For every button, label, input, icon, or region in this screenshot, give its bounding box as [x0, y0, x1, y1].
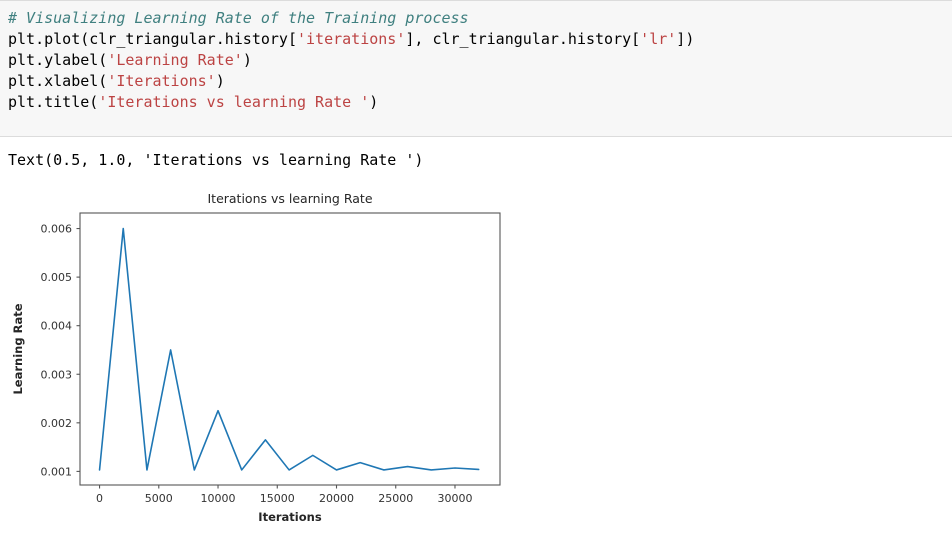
notebook-code-cell[interactable]: # Visualizing Learning Rate of the Train…	[0, 0, 952, 137]
cell-output-text: Text(0.5, 1.0, 'Iterations vs learning R…	[8, 151, 424, 169]
code-token-plain: ], clr_triangular.history[	[405, 30, 641, 48]
code-token-string: 'Learning Rate'	[107, 51, 243, 69]
code-token-plain: plt.plot(clr_triangular.history[	[8, 30, 297, 48]
chart-canvas: Iterations vs learning Rate 0 5000 10000 150…	[11, 191, 501, 524]
x-tick-label: 10000	[201, 492, 236, 505]
x-tick-label: 15000	[260, 492, 295, 505]
code-line: plt.title('Iterations vs learning Rate '…	[8, 92, 952, 113]
code-line: plt.xlabel('Iterations')	[8, 71, 952, 92]
y-tick-label: 0.004	[41, 320, 73, 333]
x-tick-label: 0	[96, 492, 103, 505]
x-tick-label: 30000	[437, 492, 472, 505]
code-token-plain: )	[242, 51, 252, 69]
code-token-plain: plt.xlabel(	[8, 72, 108, 90]
y-tick-label: 0.005	[41, 271, 73, 284]
code-line: plt.ylabel('Learning Rate')	[8, 50, 952, 71]
x-tick-label: 20000	[319, 492, 354, 505]
code-token-comment: # Visualizing Learning Rate of the Train…	[8, 9, 469, 27]
y-tick-label: 0.001	[41, 465, 73, 478]
y-tick-label: 0.002	[41, 417, 73, 430]
x-tick-label: 25000	[378, 492, 413, 505]
y-tick-label: 0.003	[41, 368, 73, 381]
code-token-string: 'iterations'	[296, 30, 406, 48]
y-axis-label: Learning Rate	[11, 303, 25, 394]
code-token-plain: ])	[676, 30, 695, 48]
data-series-lr	[98, 227, 480, 471]
plot-frame	[79, 212, 501, 486]
y-tick-label: 0.006	[41, 223, 73, 236]
code-token-plain: plt.title(	[8, 93, 99, 111]
code-token-plain: )	[369, 93, 379, 111]
code-token-string: 'lr'	[640, 30, 677, 48]
code-source[interactable]: # Visualizing Learning Rate of the Train…	[8, 8, 952, 113]
code-token-string: 'Iterations'	[107, 72, 216, 90]
code-token-string: 'Iterations vs learning Rate '	[98, 93, 370, 111]
matplotlib-figure: Iterations vs learning Rate 0 5000 10000 150…	[0, 185, 560, 535]
code-line: plt.plot(clr_triangular.history['iterati…	[8, 29, 952, 50]
code-token-plain: plt.ylabel(	[8, 51, 108, 69]
chart-title: Iterations vs learning Rate	[207, 191, 372, 206]
x-tick-label: 5000	[145, 492, 173, 505]
code-line: # Visualizing Learning Rate of the Train…	[8, 8, 952, 29]
x-axis-label: Iterations	[258, 510, 322, 524]
code-token-plain: )	[215, 72, 225, 90]
